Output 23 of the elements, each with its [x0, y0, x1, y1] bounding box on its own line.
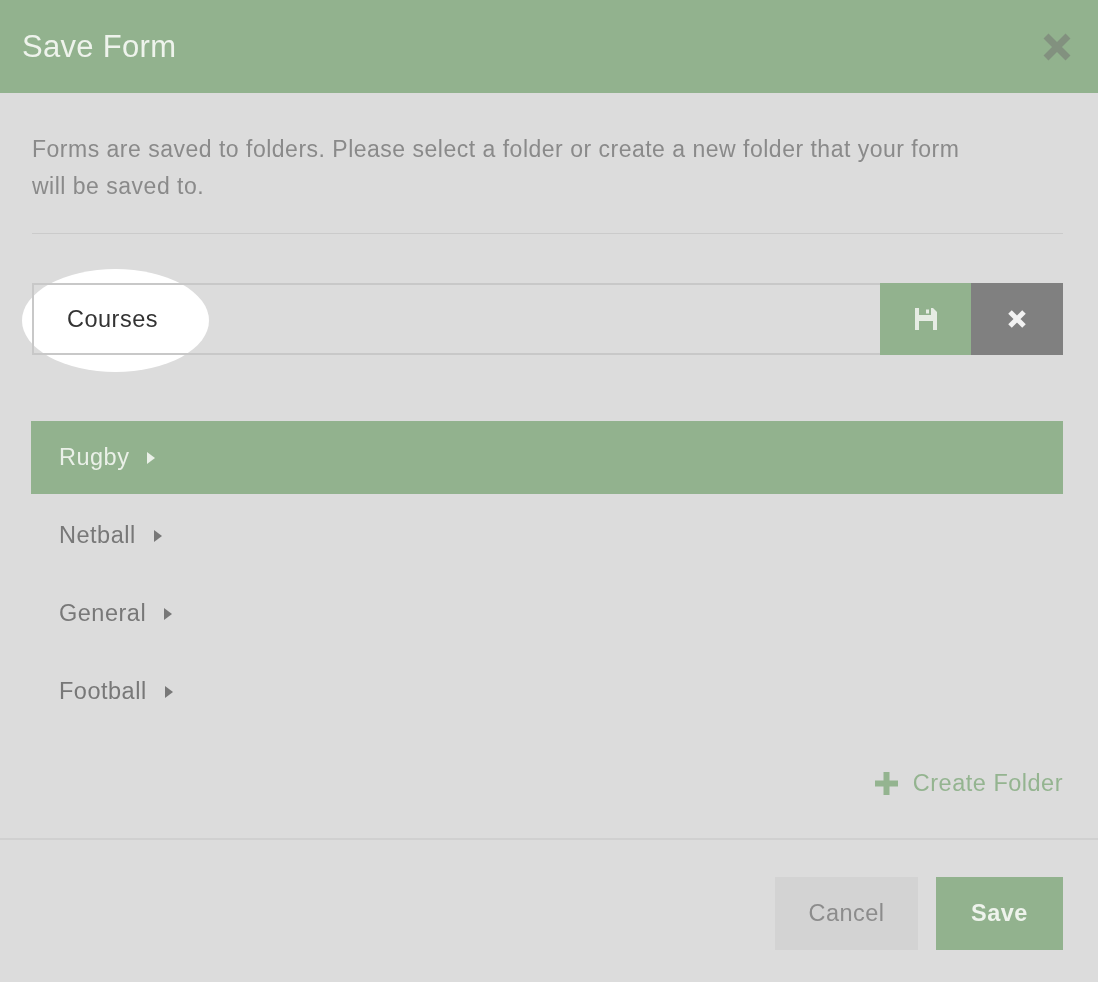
close-icon[interactable] — [1042, 31, 1072, 62]
save-button[interactable]: Save — [936, 877, 1063, 950]
folder-name: Netball — [59, 522, 136, 549]
caret-icon — [147, 451, 156, 464]
plus-icon — [874, 771, 898, 795]
folder-name-field[interactable]: Courses — [32, 283, 880, 355]
folder-name: Football — [59, 678, 147, 705]
close-icon — [1007, 309, 1027, 329]
description-text: Forms are saved to folders. Please select a folder or create a new folder that your form will be saved to. — [32, 131, 1063, 234]
cancel-button[interactable]: Cancel — [775, 877, 918, 950]
folder-name: General — [59, 600, 147, 627]
folder-item[interactable]: Netball — [31, 499, 1063, 572]
caret-icon — [164, 685, 173, 698]
dialog-title: Save Form — [22, 28, 177, 65]
create-folder-link[interactable]: Create Folder — [874, 768, 1063, 798]
folder-item[interactable]: General — [31, 577, 1063, 650]
save-folder-button[interactable] — [880, 283, 971, 355]
folder-name: Rugby — [59, 444, 130, 471]
caret-icon — [153, 529, 162, 542]
folder-item[interactable]: Football — [31, 655, 1063, 728]
caret-icon — [164, 607, 173, 620]
clear-button[interactable] — [971, 283, 1063, 355]
folder-item[interactable]: Rugby — [31, 421, 1063, 494]
